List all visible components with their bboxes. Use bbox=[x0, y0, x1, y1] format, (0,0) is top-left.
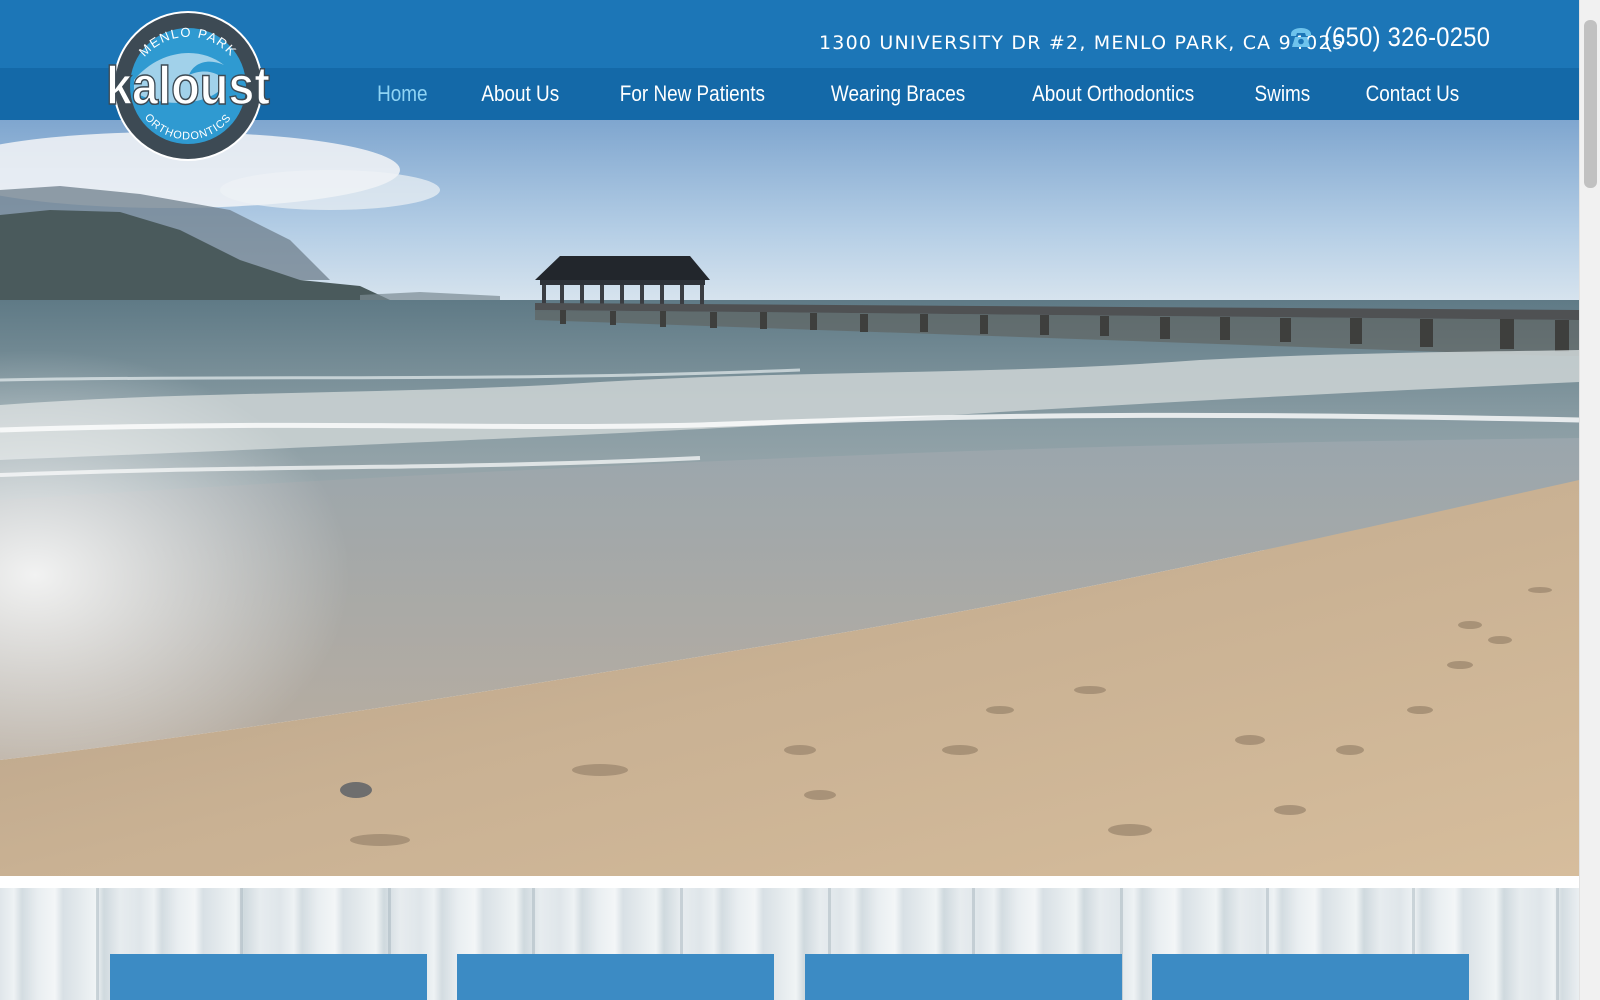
scrollbar-thumb[interactable] bbox=[1584, 20, 1597, 188]
nav-home[interactable]: Home bbox=[377, 81, 427, 107]
nav-about-us[interactable]: About Us bbox=[481, 81, 559, 107]
hero-image bbox=[0, 120, 1579, 876]
nav-swims[interactable]: Swims bbox=[1255, 81, 1311, 107]
feature-box-4[interactable] bbox=[1152, 954, 1469, 1000]
logo-main-text: kaloust bbox=[106, 56, 270, 116]
nav-for-new-patients[interactable]: For New Patients bbox=[620, 81, 765, 107]
main-nav: Home About Us For New Patients Wearing B… bbox=[330, 68, 1467, 120]
nav-wearing-braces[interactable]: Wearing Braces bbox=[831, 81, 965, 107]
scrollbar[interactable] bbox=[1579, 0, 1600, 1000]
header-address: 1300 UNIVERSITY DR #2, MENLO PARK, CA 94… bbox=[819, 32, 1346, 54]
feature-box-2[interactable] bbox=[457, 954, 774, 1000]
beach-pier-scene bbox=[0, 120, 1579, 876]
feature-box-3[interactable] bbox=[805, 954, 1122, 1000]
header-phone[interactable]: (650) 326-0250 bbox=[1288, 22, 1513, 53]
nav-about-orthodontics[interactable]: About Orthodontics bbox=[1032, 81, 1194, 107]
feature-box-1[interactable] bbox=[110, 954, 427, 1000]
phone-number[interactable]: (650) 326-0250 bbox=[1324, 22, 1490, 53]
nav-contact-us[interactable]: Contact Us bbox=[1366, 81, 1460, 107]
phone-icon bbox=[1288, 25, 1314, 51]
logo[interactable]: MENLO PARK ORTHODONTICS kaloust bbox=[104, 10, 272, 162]
